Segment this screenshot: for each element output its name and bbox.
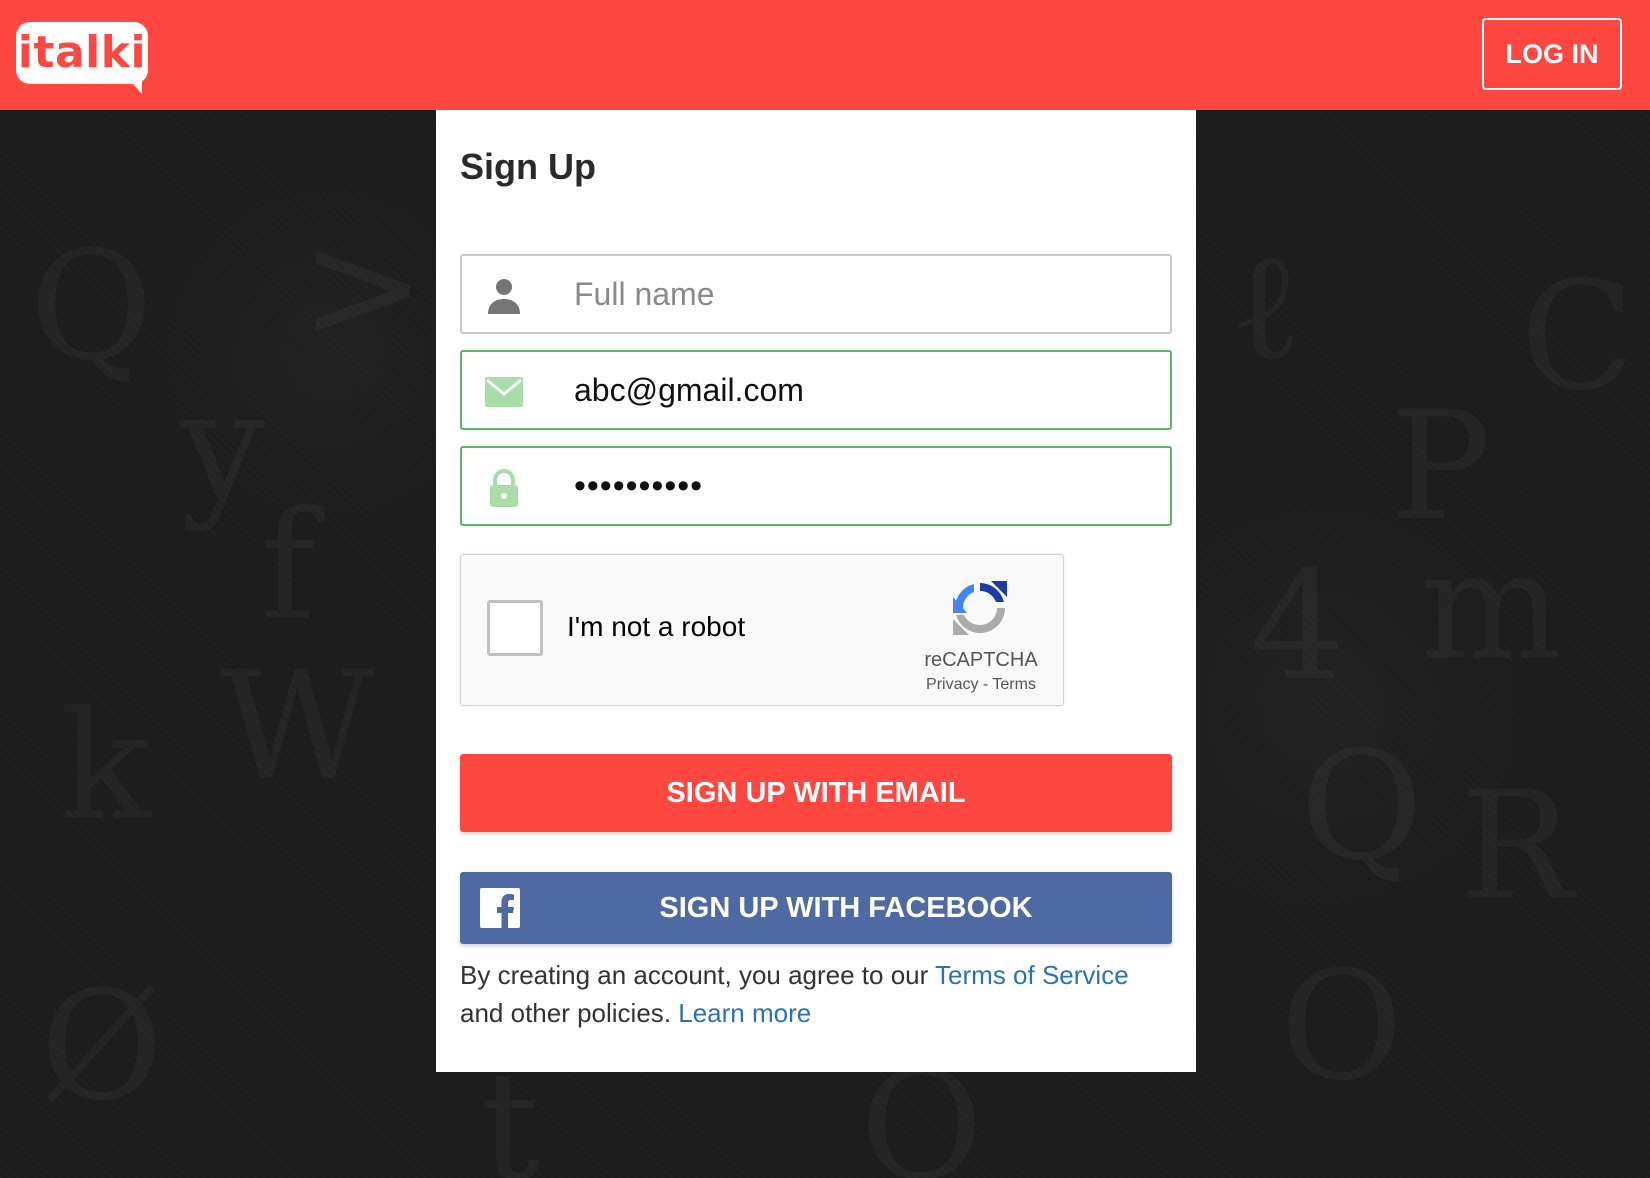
learn-more-link[interactable]: Learn more (678, 998, 811, 1028)
email-input[interactable] (574, 362, 1154, 418)
password-input[interactable] (574, 458, 1154, 514)
signup-card: Sign Up I'm not a robot (436, 110, 1196, 1072)
recaptcha-brand: reCAPTCHA (924, 649, 1038, 671)
top-header: italki LOG IN (0, 0, 1650, 110)
full-name-field[interactable] (460, 254, 1172, 334)
signup-email-button[interactable]: SIGN UP WITH EMAIL (460, 754, 1172, 832)
terms-of-service-link[interactable]: Terms of Service (935, 960, 1129, 990)
recaptcha-link-separator: - (978, 676, 993, 693)
signup-facebook-button[interactable]: SIGN UP WITH FACEBOOK (460, 872, 1172, 944)
envelope-icon (485, 377, 523, 407)
facebook-button-label: SIGN UP WITH FACEBOOK (659, 892, 1033, 924)
recaptcha-privacy-link[interactable]: Privacy (926, 676, 978, 693)
lock-icon (490, 469, 518, 507)
terms-prefix: By creating an account, you agree to our (460, 960, 936, 990)
person-icon (488, 279, 520, 314)
facebook-icon (480, 888, 520, 928)
login-button[interactable]: LOG IN (1482, 18, 1622, 90)
recaptcha-widget: I'm not a robot reCAPTCHA Privacy - Term… (460, 554, 1064, 706)
italki-logo[interactable]: italki (16, 22, 148, 94)
terms-notice: By creating an account, you agree to our… (460, 956, 1176, 1032)
full-name-input[interactable] (574, 266, 1154, 322)
password-field[interactable] (460, 446, 1172, 526)
email-field[interactable] (460, 350, 1172, 430)
recaptcha-checkbox[interactable] (487, 600, 543, 656)
recaptcha-terms-link[interactable]: Terms (992, 676, 1036, 693)
recaptcha-links: Privacy - Terms (901, 676, 1061, 694)
page-title: Sign Up (460, 146, 596, 187)
terms-middle: and other policies. (460, 998, 679, 1028)
recaptcha-label: I'm not a robot (567, 611, 746, 642)
logo-text: italki (17, 27, 147, 78)
recaptcha-icon (953, 581, 1007, 635)
